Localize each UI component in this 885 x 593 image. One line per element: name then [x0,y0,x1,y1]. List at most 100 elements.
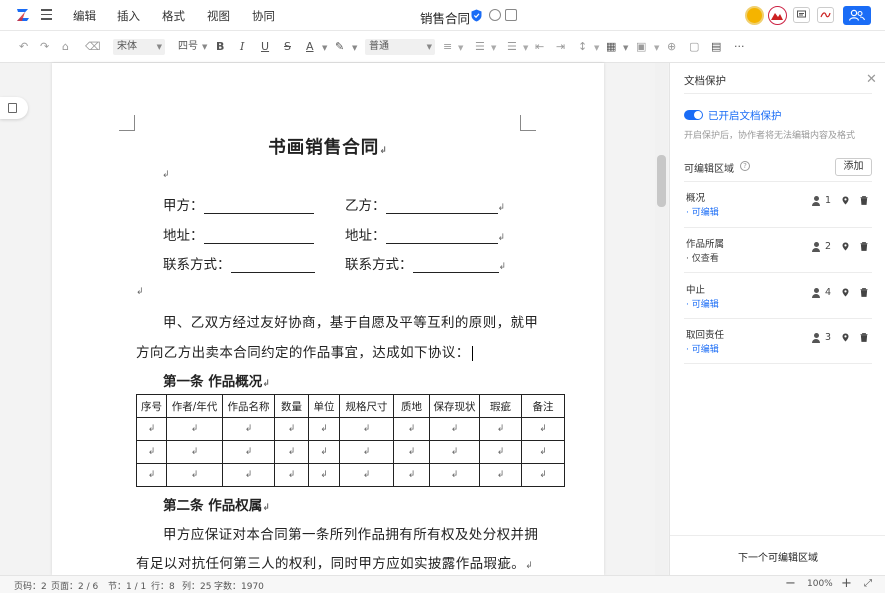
link-icon[interactable]: ⊕ [667,40,676,54]
align-icon[interactable]: ≡ [443,40,452,54]
indent-icon[interactable]: ⇥ [556,40,565,54]
editable-region-item[interactable]: 作品所属 · 仅查看 2 [684,230,872,275]
table-cell[interactable]: ↲ [479,417,522,441]
table-cell[interactable]: ↲ [308,463,340,487]
body-2-line-1[interactable]: 甲方应保证对本合同第一条所列作品拥有所有权及处分权并拥 [163,523,538,543]
table-cell[interactable]: ↲ [429,417,480,441]
next-region-button[interactable]: 下一个可编辑区域 [670,549,885,564]
table-cell[interactable]: ↲ [308,440,340,464]
zoom-level[interactable]: 100% [807,579,833,589]
table-cell[interactable]: ↲ [521,417,565,441]
table-cell[interactable]: ↲ [166,417,223,441]
table-cell[interactable]: ↲ [308,417,340,441]
chevron-down-icon[interactable]: ▼ [523,44,528,52]
shield-icon[interactable] [471,9,482,22]
table-icon[interactable]: ▦ [606,40,616,54]
undo-icon[interactable]: ↶ [19,40,28,54]
note-icon[interactable]: ▤ [711,40,721,54]
intro-paragraph-line-1[interactable]: 甲、乙双方经过友好协商，基于自愿及平等互利的原则，就甲 [163,311,538,331]
table-cell[interactable]: ↲ [393,417,430,441]
line-spacing-icon[interactable]: ↕ [578,40,587,54]
delete-icon[interactable] [860,196,868,205]
editable-region-item[interactable]: 中止 · 可编辑 4 [684,276,872,321]
locate-icon[interactable] [842,288,849,297]
collaborator-avatar[interactable] [745,6,764,25]
table-header-cell[interactable]: 单位 [308,394,340,418]
section-2-heading[interactable]: 第二条 作品权属↲ [163,494,270,514]
region-permission[interactable]: · 仅查看 [686,251,719,264]
zoom-in-button[interactable]: + [841,577,852,591]
document-title[interactable]: 销售合同 [420,8,470,27]
table-header-cell[interactable]: 保存现状 [429,394,480,418]
clear-format-icon[interactable]: ⌫ [85,40,101,54]
bullet-list-icon[interactable]: ☰ [475,40,485,54]
menu-format[interactable]: 格式 [162,8,185,24]
table-cell[interactable]: ↲ [136,440,167,464]
underline-button[interactable]: U [261,40,269,54]
table-cell[interactable]: ↲ [393,463,430,487]
comment-insert-icon[interactable]: ▢ [689,40,699,54]
chevron-down-icon[interactable]: ▼ [623,44,628,52]
address-a-line[interactable]: 地址： [163,224,314,244]
table-cell[interactable]: ↲ [274,440,309,464]
font-color-button[interactable]: A [306,40,314,54]
section-1-heading[interactable]: 第一条 作品概况↲ [163,370,270,390]
protection-toggle[interactable] [684,110,703,120]
menu-icon[interactable] [41,9,52,21]
chevron-down-icon[interactable]: ▼ [322,44,327,52]
font-family-select[interactable]: 宋体 ▼ [113,39,165,55]
editable-region-item[interactable]: 概况 · 可编辑 1 [684,184,872,229]
contact-a-line[interactable]: 联系方式： [163,253,315,273]
region-permission[interactable]: · 可编辑 [686,205,719,218]
table-header-cell[interactable]: 作品名称 [222,394,275,418]
table-cell[interactable]: ↲ [274,463,309,487]
table-cell[interactable]: ↲ [479,463,522,487]
comment-icon[interactable] [793,7,810,23]
more-tools-button[interactable]: ··· [734,40,745,54]
document-page[interactable]: 书画销售合同↲ ↲ 甲方： 乙方： ↲ 地址： 地址： ↲ 联系方式： 联系方式： ↲… [52,63,604,575]
format-painter-icon[interactable]: ⌂ [62,40,69,54]
table-header-cell[interactable]: 规格尺寸 [339,394,394,418]
close-icon[interactable]: ✕ [866,73,877,86]
intro-paragraph-line-2[interactable]: 方向乙方出卖本合同约定的作品事宜，达成如下协议： [136,341,474,361]
table-cell[interactable]: ↲ [521,463,565,487]
font-size-select[interactable]: 四号 ▼ [178,39,208,55]
menu-collaborate[interactable]: 协同 [252,8,275,24]
table-cell[interactable]: ↲ [339,463,394,487]
menu-insert[interactable]: 插入 [117,8,140,24]
italic-button[interactable]: I [240,40,244,54]
table-header-cell[interactable]: 数量 [274,394,309,418]
table-cell[interactable]: ↲ [222,417,275,441]
chevron-down-icon[interactable]: ▼ [594,44,599,52]
share-button[interactable] [843,6,871,25]
delete-icon[interactable] [860,288,868,297]
table-header-cell[interactable]: 质地 [393,394,430,418]
outline-toggle-button[interactable] [0,97,28,119]
table-cell[interactable]: ↲ [274,417,309,441]
table-cell[interactable]: ↲ [339,417,394,441]
party-b-line[interactable]: 乙方： ↲ [345,194,505,214]
table-cell[interactable]: ↲ [136,417,167,441]
table-cell[interactable]: ↲ [166,463,223,487]
locate-icon[interactable] [842,242,849,251]
region-permission[interactable]: · 可编辑 [686,297,719,310]
table-header-cell[interactable]: 瑕疵 [479,394,522,418]
table-cell[interactable]: ↲ [136,463,167,487]
party-a-line[interactable]: 甲方： [163,194,314,214]
chevron-down-icon[interactable]: ▼ [352,44,357,52]
bold-button[interactable]: B [216,40,224,54]
document-heading[interactable]: 书画销售合同↲ [52,134,604,159]
table-cell[interactable]: ↲ [429,440,480,464]
table-cell[interactable]: ↲ [339,440,394,464]
sync-status-icon[interactable] [489,9,501,21]
scrollbar-thumb[interactable] [657,155,666,207]
add-region-button[interactable]: 添加 [835,158,872,176]
editable-region-item[interactable]: 取回责任 · 可编辑 3 [684,321,872,366]
vertical-scrollbar[interactable] [655,63,668,575]
table-header-cell[interactable]: 作者/年代 [166,394,223,418]
body-2-line-2[interactable]: 有足以对抗任何第三人的权利，同时甲方应如实披露作品瑕疵。↲ [136,552,533,572]
delete-icon[interactable] [860,242,868,251]
paragraph-style-select[interactable]: 普通 ▼ [365,39,435,55]
redo-icon[interactable]: ↷ [40,40,49,54]
numbered-list-icon[interactable]: ☰ [507,40,517,54]
